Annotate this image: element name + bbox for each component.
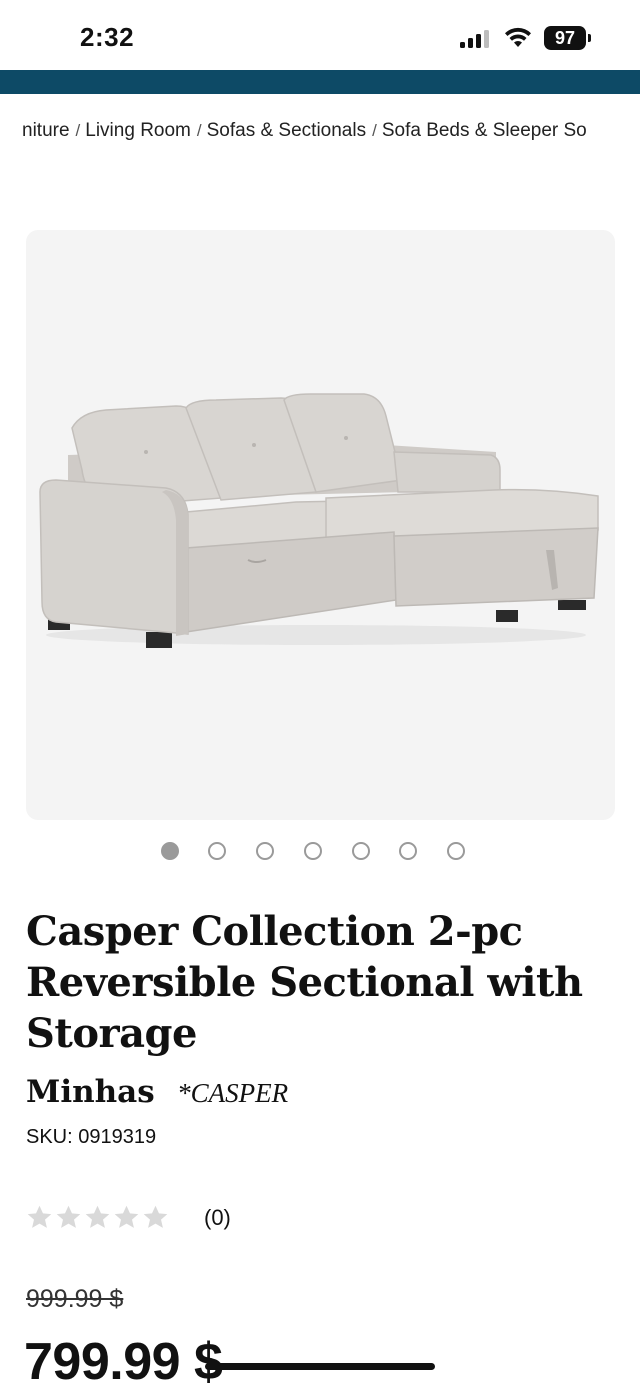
breadcrumb-item-sofas-sectionals[interactable]: Sofas & Sectionals <box>207 120 366 142</box>
breadcrumb-separator: / <box>196 121 202 140</box>
star-icon <box>143 1205 168 1228</box>
price-strike-line <box>205 1363 435 1370</box>
wifi-icon <box>505 27 531 47</box>
brand-row: Minhas *CASPER <box>26 1074 288 1114</box>
carousel-dot-4[interactable] <box>304 842 322 860</box>
status-time: 2:32 <box>80 22 135 52</box>
status-bar: 2:32 97 <box>0 0 640 70</box>
signal-icon <box>460 30 489 48</box>
breadcrumb-item-sofa-beds[interactable]: Sofa Beds & Sleeper So <box>382 120 587 142</box>
breadcrumb-item-living-room[interactable]: Living Room <box>85 120 191 142</box>
breadcrumb-separator: / <box>372 121 377 140</box>
rating-stars <box>26 1202 172 1232</box>
product-image[interactable] <box>26 230 615 820</box>
carousel-dot-2[interactable] <box>208 842 226 860</box>
star-icon <box>56 1205 81 1228</box>
original-price: 999.99 $ <box>26 1285 124 1313</box>
carousel-dot-7[interactable] <box>447 842 465 860</box>
product-title: Casper Collection 2-pc Reversible Sectio… <box>26 908 583 1057</box>
image-carousel-dots <box>0 842 640 862</box>
carousel-dot-5[interactable] <box>352 842 370 860</box>
sale-price: 799.99 $ <box>24 1333 223 1386</box>
carousel-dot-3[interactable] <box>256 842 274 860</box>
battery-level: 97 <box>544 26 586 50</box>
star-icon <box>27 1205 52 1228</box>
star-icon <box>85 1205 110 1228</box>
collection-name: *CASPER <box>177 1078 289 1108</box>
sku-label: SKU: 0919319 <box>26 1126 157 1148</box>
carousel-dot-1[interactable] <box>161 842 179 860</box>
battery-cap <box>588 34 591 42</box>
carousel-dot-6[interactable] <box>399 842 417 860</box>
breadcrumb-list: niture / Living Room / Sofas & Sectionals / So… <box>22 120 587 142</box>
brand-header-bar <box>0 70 640 94</box>
brand-name[interactable]: Minhas <box>26 1074 155 1110</box>
review-count[interactable]: (0) <box>204 1205 231 1231</box>
star-icon <box>114 1205 139 1228</box>
battery-icon: 97 <box>544 26 592 50</box>
breadcrumb-separator: / <box>75 121 81 140</box>
sofa-illustration <box>39 393 599 648</box>
breadcrumb-item-furniture[interactable]: niture <box>22 120 70 142</box>
breadcrumb: niture / Living Room / Sofas & Sectionals / So… <box>0 120 640 150</box>
